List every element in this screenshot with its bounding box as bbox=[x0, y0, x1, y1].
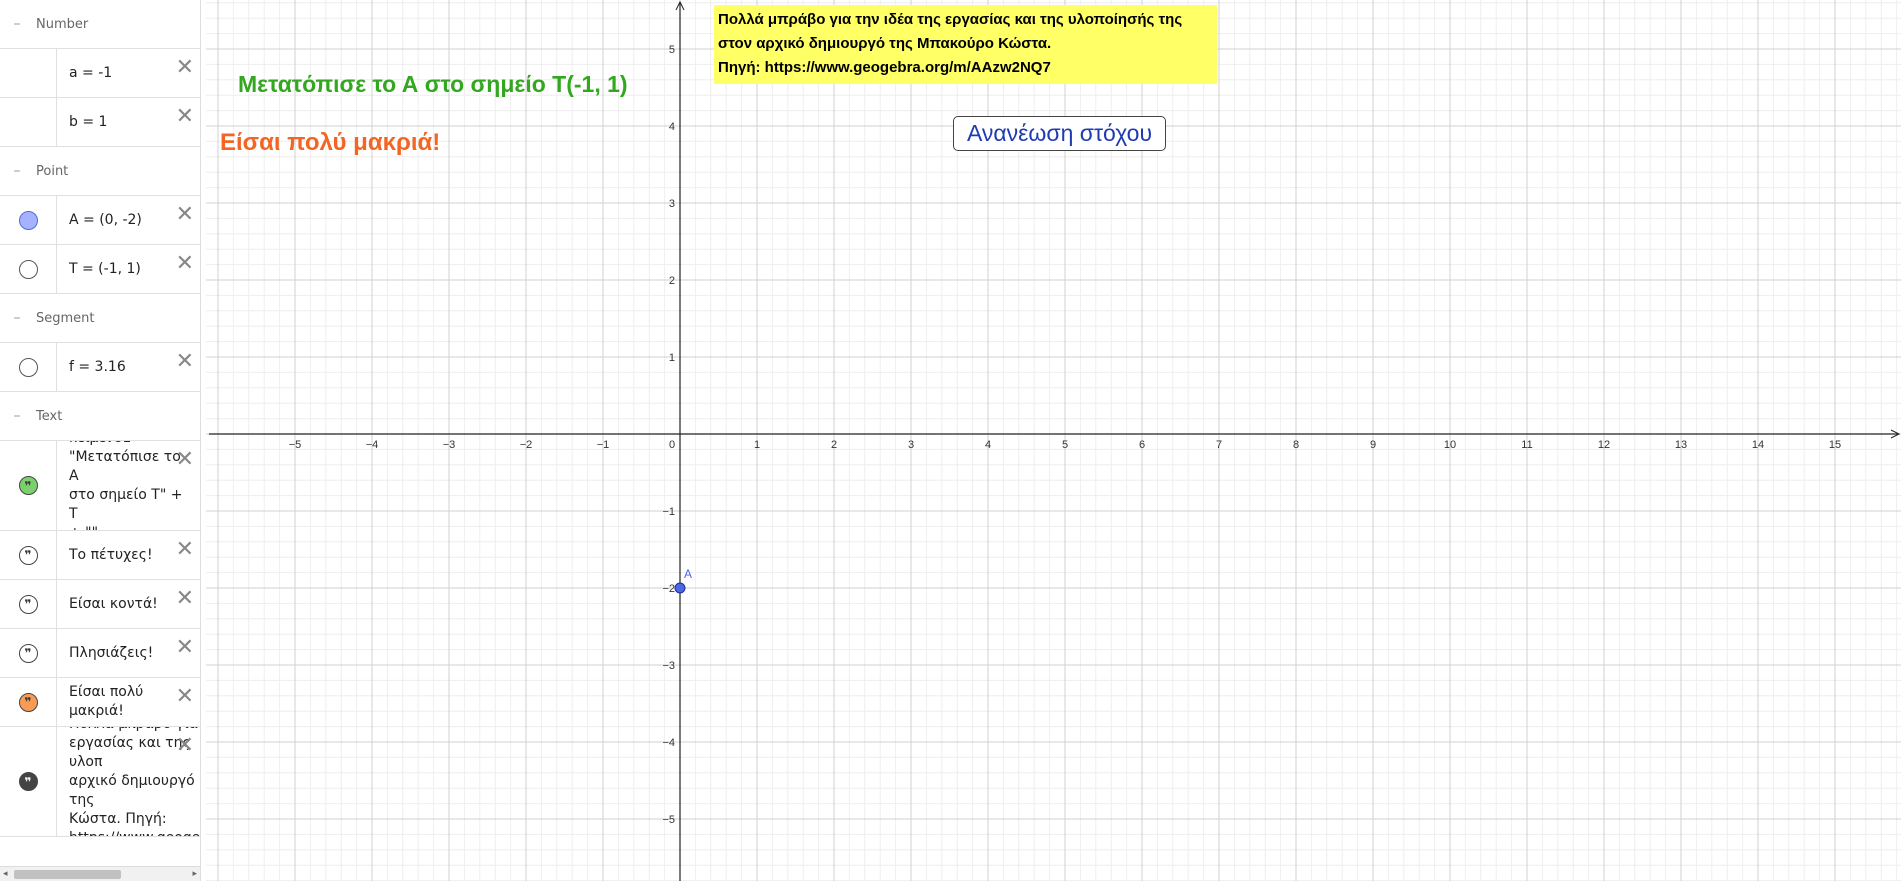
delete-icon[interactable]: ✕ bbox=[176, 637, 194, 659]
algebra-item-A[interactable]: A = (0, -2) ✕ bbox=[0, 196, 200, 245]
scroll-left-icon[interactable]: ◂ bbox=[3, 867, 8, 881]
y-tick-label: −5 bbox=[662, 814, 675, 826]
delete-icon[interactable]: ✕ bbox=[176, 204, 194, 226]
x-tick-label: −5 bbox=[289, 439, 302, 451]
algebra-item-T[interactable]: T = (-1, 1) ✕ bbox=[0, 245, 200, 294]
x-tick-label: 11 bbox=[1521, 439, 1532, 451]
quote-icon: ❞ bbox=[18, 692, 38, 712]
point-A[interactable] bbox=[674, 582, 686, 594]
marble-empty bbox=[0, 49, 57, 97]
credits-line: Πηγή: https://www.geogebra.org/m/AAzw2NQ… bbox=[718, 59, 1051, 76]
y-tick-label: 4 bbox=[669, 121, 675, 133]
scrollbar-thumb[interactable] bbox=[14, 870, 121, 879]
delete-icon[interactable]: ✕ bbox=[176, 106, 194, 128]
delete-icon[interactable]: ✕ bbox=[176, 57, 194, 79]
visibility-toggle-icon[interactable] bbox=[0, 196, 57, 244]
y-tick-label: 3 bbox=[669, 198, 675, 210]
algebra-item-close[interactable]: ❞ Είσαι κοντά! ✕ bbox=[0, 580, 200, 629]
x-tick-label: 0 bbox=[669, 439, 675, 451]
x-tick-label: 8 bbox=[1293, 439, 1299, 451]
collapse-icon[interactable]: – bbox=[10, 16, 24, 32]
x-tick-label: 12 bbox=[1598, 439, 1610, 451]
algebra-item-far[interactable]: ❞ Είσαι πολύ μακριά! ✕ bbox=[0, 678, 200, 727]
visibility-toggle-icon[interactable]: ❞ bbox=[0, 580, 57, 628]
x-tick-label: −1 bbox=[597, 439, 610, 451]
credits-box: Πολλά μπράβο για την ιδέα της εργασίας κ… bbox=[714, 5, 1217, 84]
group-label: Number bbox=[36, 16, 89, 32]
x-tick-label: −3 bbox=[443, 439, 456, 451]
delete-icon[interactable]: ✕ bbox=[176, 735, 194, 757]
x-tick-label: 2 bbox=[831, 439, 837, 451]
delete-icon[interactable]: ✕ bbox=[176, 253, 194, 275]
refresh-target-button[interactable]: Ανανέωση στόχου bbox=[953, 116, 1166, 151]
quote-icon: ❞ bbox=[18, 594, 38, 614]
collapse-icon[interactable]: – bbox=[10, 408, 24, 424]
group-label: Text bbox=[36, 408, 63, 424]
algebra-view: – Number a = -1 ✕ b = 1 ✕ – Point A = (0, -2… bbox=[0, 0, 201, 881]
y-tick-label: −3 bbox=[662, 660, 675, 672]
algebra-item-keimeno1[interactable]: ❞κείμενο1 = "Μετατόπισε το Α στο σημείο … bbox=[0, 441, 200, 531]
visibility-toggle-icon[interactable]: ❞ bbox=[0, 531, 57, 579]
y-tick-label: 1 bbox=[669, 352, 675, 364]
point-A-label: A bbox=[684, 567, 692, 581]
visibility-toggle-icon[interactable]: ❞ bbox=[0, 678, 57, 726]
credits-line: στον αρχικό δημιουργό της Μπακούρο Κώστα… bbox=[718, 35, 1052, 52]
quote-icon: ❞ bbox=[18, 476, 38, 495]
visibility-toggle-icon[interactable] bbox=[0, 245, 57, 293]
algebra-item-f[interactable]: f = 3.16 ✕ bbox=[0, 343, 200, 392]
x-tick-label: −4 bbox=[366, 439, 379, 451]
instruction-text: Μετατόπισε το Α στο σημείο Τ(-1, 1) bbox=[238, 71, 628, 97]
collapse-icon[interactable]: – bbox=[10, 310, 24, 326]
x-tick-label: 3 bbox=[908, 439, 914, 451]
visibility-toggle-icon[interactable]: ❞ bbox=[0, 727, 57, 836]
group-number[interactable]: – Number bbox=[0, 0, 200, 49]
quote-icon: ❞ bbox=[18, 545, 38, 565]
group-segment[interactable]: – Segment bbox=[0, 294, 200, 343]
x-tick-label: −2 bbox=[520, 439, 533, 451]
algebra-item-approaching[interactable]: ❞ Πλησιάζεις! ✕ bbox=[0, 629, 200, 678]
marble-empty bbox=[0, 98, 57, 146]
algebra-item-b[interactable]: b = 1 ✕ bbox=[0, 98, 200, 147]
x-tick-label: 4 bbox=[985, 439, 991, 451]
algebra-item-a[interactable]: a = -1 ✕ bbox=[0, 49, 200, 98]
x-tick-label: 5 bbox=[1062, 439, 1068, 451]
visibility-toggle-icon[interactable] bbox=[0, 343, 57, 391]
x-tick-label: 1 bbox=[754, 439, 760, 451]
credits-line: Πολλά μπράβο για την ιδέα της εργασίας κ… bbox=[718, 11, 1183, 28]
group-text[interactable]: – Text bbox=[0, 392, 200, 441]
horizontal-scrollbar[interactable]: ◂ ▸ bbox=[0, 866, 200, 881]
delete-icon[interactable]: ✕ bbox=[176, 588, 194, 610]
delete-icon[interactable]: ✕ bbox=[176, 686, 194, 708]
delete-icon[interactable]: ✕ bbox=[176, 351, 194, 373]
y-tick-label: −1 bbox=[662, 506, 675, 518]
x-tick-label: 6 bbox=[1139, 439, 1145, 451]
delete-icon[interactable]: ✕ bbox=[176, 449, 194, 471]
algebra-item-success[interactable]: ❞ Το πέτυχες! ✕ bbox=[0, 531, 200, 580]
delete-icon[interactable]: ✕ bbox=[176, 539, 194, 561]
x-tick-label: 14 bbox=[1752, 439, 1764, 451]
x-tick-label: 15 bbox=[1829, 439, 1841, 451]
visibility-toggle-icon[interactable]: ❞ bbox=[0, 441, 57, 530]
group-point[interactable]: – Point bbox=[0, 147, 200, 196]
y-tick-label: 2 bbox=[669, 275, 675, 287]
y-tick-label: −4 bbox=[662, 737, 675, 749]
x-tick-label: 10 bbox=[1444, 439, 1456, 451]
quote-icon: ❞ bbox=[18, 772, 38, 791]
group-label: Segment bbox=[36, 310, 95, 326]
x-tick-label: 13 bbox=[1675, 439, 1687, 451]
collapse-icon[interactable]: – bbox=[10, 163, 24, 179]
x-tick-label: 9 bbox=[1370, 439, 1376, 451]
visibility-toggle-icon[interactable]: ❞ bbox=[0, 629, 57, 677]
x-tick-label: 7 bbox=[1216, 439, 1222, 451]
group-label: Point bbox=[36, 163, 69, 179]
y-tick-label: −2 bbox=[662, 583, 675, 595]
y-tick-label: 5 bbox=[669, 44, 675, 56]
algebra-item-credit[interactable]: ❞Πολλά μπράβο για τη εργασίας και της υλ… bbox=[0, 727, 200, 837]
quote-icon: ❞ bbox=[18, 643, 38, 663]
feedback-text: Είσαι πολύ μακριά! bbox=[220, 129, 441, 156]
scroll-right-icon[interactable]: ▸ bbox=[192, 867, 197, 881]
